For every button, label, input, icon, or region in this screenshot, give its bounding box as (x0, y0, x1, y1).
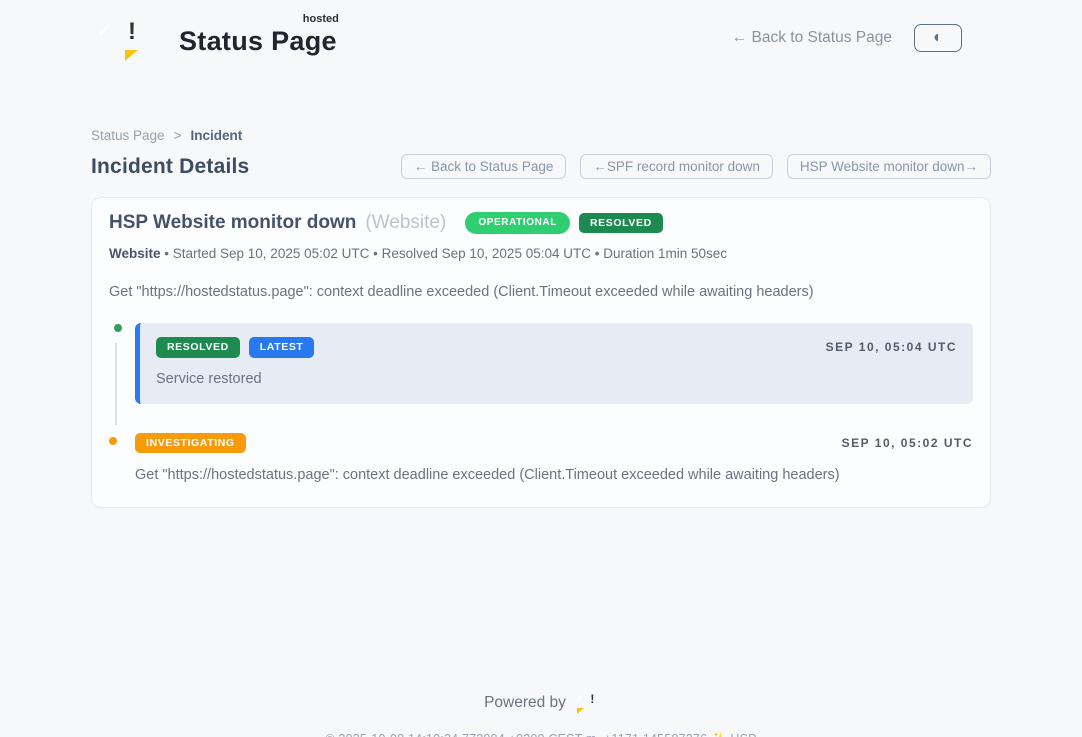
timeline-entry-header: RESOLVED LATEST SEP 10, 05:04 UTC (156, 337, 957, 358)
status-page-logo-icon: ! ✓ (120, 14, 166, 62)
incident-title-row: HSP Website monitor down (Website) OPERA… (109, 212, 973, 234)
resolved-status-badge: RESOLVED (156, 337, 240, 358)
incident-description: Get "https://hostedstatus.page": context… (109, 284, 973, 300)
latest-badge: LATEST (249, 337, 315, 358)
hsp-logo-icon: ! ✓ (575, 690, 598, 716)
powered-by-label: Powered by (484, 694, 566, 712)
timeline-message: Get "https://hostedstatus.page": context… (135, 467, 973, 483)
title-row: Incident Details ← Back to Status Page ←… (91, 154, 991, 179)
hosted-label: hosted (303, 13, 339, 25)
breadcrumb-status-page[interactable]: Status Page (91, 128, 165, 143)
footer: Powered by ! ✓ © 2025-10-08 14:10:34.772… (0, 690, 1082, 737)
timeline-entry-resolved: RESOLVED LATEST SEP 10, 05:04 UTC Servic… (135, 323, 973, 404)
incident-nav-buttons: ← Back to Status Page ←SPF record monito… (401, 154, 991, 179)
meta-component: Website (109, 246, 161, 261)
investigating-status-badge: INVESTIGATING (135, 433, 246, 454)
brand-logo[interactable]: ! ✓ Status Page hosted (120, 14, 337, 62)
timeline-entry-header: INVESTIGATING SEP 10, 05:02 UTC (135, 433, 973, 454)
timeline-timestamp: SEP 10, 05:02 UTC (842, 436, 973, 450)
breadcrumb-separator: > (174, 128, 182, 143)
back-to-status-page-link[interactable]: ← Back to Status Page (732, 29, 892, 47)
timeline-message: Service restored (156, 371, 957, 387)
incident-component: (Website) (365, 212, 446, 234)
speech-bubble-tail (125, 50, 138, 61)
operational-badge: OPERATIONAL (465, 212, 570, 234)
back-to-status-page-button[interactable]: ← Back to Status Page (401, 154, 567, 179)
meta-details: • Started Sep 10, 2025 05:02 UTC • Resol… (161, 246, 728, 261)
theme-toggle-button[interactable]: ◐ (914, 24, 962, 52)
incident-card: HSP Website monitor down (Website) OPERA… (91, 197, 991, 508)
powered-by-link[interactable]: Powered by ! ✓ (484, 690, 598, 716)
timeline-dot-investigating (106, 434, 120, 448)
breadcrumb-incident: Incident (190, 128, 242, 143)
incident-timeline: RESOLVED LATEST SEP 10, 05:04 UTC Servic… (109, 323, 973, 483)
copyright-text: © 2025-10-08 14:10:34.772084 +0200 CEST … (0, 732, 1082, 737)
breadcrumb: Status Page > Incident (91, 128, 991, 143)
timeline-entry-investigating: INVESTIGATING SEP 10, 05:02 UTC Get "htt… (135, 433, 973, 484)
timeline-timestamp: SEP 10, 05:04 UTC (826, 340, 957, 354)
next-incident-button[interactable]: HSP Website monitor down→ (787, 154, 991, 179)
resolved-badge: RESOLVED (579, 213, 663, 234)
timeline-dot-resolved (111, 321, 125, 335)
brand-name: Status Page hosted (179, 14, 337, 57)
header: ! ✓ Status Page hosted ← Back to Status … (91, 0, 991, 62)
header-actions: ← Back to Status Page ◐ (732, 24, 962, 52)
incident-title: HSP Website monitor down (109, 212, 356, 234)
prev-incident-button[interactable]: ←SPF record monitor down (580, 154, 773, 179)
contrast-icon: ◐ (933, 30, 943, 46)
speech-bubble-tail (577, 708, 584, 714)
page-title: Incident Details (91, 155, 249, 179)
incident-meta: Website • Started Sep 10, 2025 05:02 UTC… (109, 246, 973, 261)
